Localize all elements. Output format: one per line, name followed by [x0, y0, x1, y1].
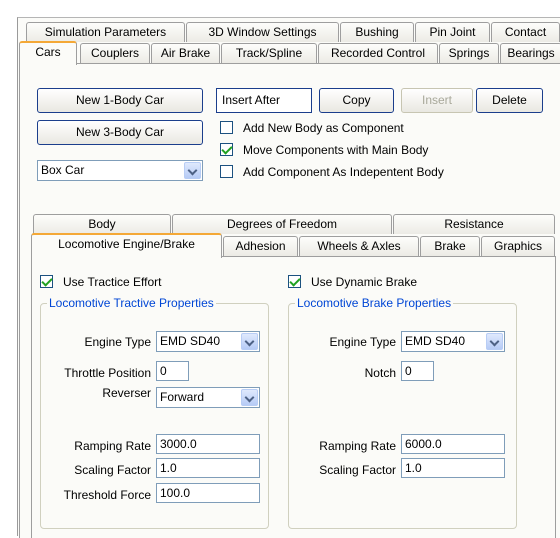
brake-ramping-rate-field[interactable]: 6000.0	[401, 434, 505, 454]
engine-type-value: EMD SD40	[160, 334, 221, 348]
notch-label: Notch	[364, 366, 396, 380]
tab-3d-window-settings[interactable]: 3D Window Settings	[186, 22, 339, 42]
add-independent-checkbox[interactable]	[220, 165, 233, 178]
tab-air-brake[interactable]: Air Brake	[151, 43, 220, 63]
add-new-body-label: Add New Body as Component	[243, 121, 404, 135]
tab-pin-joint[interactable]: Pin Joint	[415, 22, 490, 42]
ramping-rate-field[interactable]: 3000.0	[156, 434, 260, 454]
brake-engine-type-select[interactable]: EMD SD40	[401, 331, 505, 352]
tab-track-spline[interactable]: Track/Spline	[221, 43, 317, 63]
threshold-force-field[interactable]: 100.0	[156, 483, 260, 503]
scaling-factor-field[interactable]: 1.0	[156, 458, 260, 478]
reverser-select[interactable]: Forward	[156, 387, 260, 408]
tab-graphics[interactable]: Graphics	[481, 236, 555, 256]
insert-after-select[interactable]: Insert After	[216, 88, 312, 113]
tab-degrees-of-freedom[interactable]: Degrees of Freedom	[172, 214, 392, 234]
tab-resistance[interactable]: Resistance	[393, 214, 555, 234]
brake-engine-type-label: Engine Type	[329, 335, 397, 349]
tab-locomotive-engine-brake[interactable]: Locomotive Engine/Brake	[31, 233, 222, 258]
car-type-select[interactable]: Box Car	[37, 160, 203, 181]
delete-button[interactable]: Delete	[476, 88, 543, 113]
car-type-value: Box Car	[41, 163, 85, 177]
reverser-label: Reverser	[102, 386, 151, 400]
brake-scaling-factor-label: Scaling Factor	[319, 463, 396, 477]
engine-type-label: Engine Type	[84, 335, 152, 349]
move-components-label: Move Components with Main Body	[243, 143, 429, 157]
brake-ramping-rate-label: Ramping Rate	[319, 439, 396, 453]
tractive-group-title: Locomotive Tractive Properties	[47, 296, 216, 310]
notch-field[interactable]: 0	[401, 361, 434, 381]
chevron-down-icon[interactable]	[486, 333, 503, 350]
reverser-value: Forward	[160, 390, 205, 404]
throttle-position-label: Throttle Position	[64, 366, 151, 380]
tab-contact[interactable]: Contact	[491, 22, 560, 42]
threshold-force-label: Threshold Force	[63, 488, 151, 502]
insert-button[interactable]: Insert	[401, 88, 473, 113]
new-1-body-car-button[interactable]: New 1-Body Car	[37, 88, 203, 113]
tab-simulation-parameters[interactable]: Simulation Parameters	[26, 22, 185, 42]
chevron-down-icon[interactable]	[184, 162, 201, 179]
brake-group-title: Locomotive Brake Properties	[295, 296, 454, 310]
tab-cars[interactable]: Cars	[19, 41, 77, 65]
brake-engine-type-value: EMD SD40	[405, 334, 466, 348]
tab-bearings[interactable]: Bearings	[500, 43, 560, 63]
use-tractive-effort-checkbox[interactable]	[40, 275, 53, 288]
tab-bushing[interactable]: Bushing	[340, 22, 414, 42]
copy-button[interactable]: Copy	[319, 88, 394, 113]
engine-type-select[interactable]: EMD SD40	[156, 331, 260, 352]
use-tractive-effort-label: Use Tractice Effort	[63, 275, 162, 289]
use-dynamic-brake-label: Use Dynamic Brake	[311, 275, 418, 289]
chevron-down-icon[interactable]	[241, 389, 258, 406]
add-independent-label: Add Component As Indepentent Body	[243, 165, 444, 179]
scaling-factor-label: Scaling Factor	[74, 463, 151, 477]
brake-scaling-factor-field[interactable]: 1.0	[401, 458, 505, 478]
move-components-checkbox[interactable]	[220, 143, 233, 156]
tab-wheels-axles[interactable]: Wheels & Axles	[299, 236, 419, 256]
use-dynamic-brake-checkbox[interactable]	[288, 275, 301, 288]
tab-brake[interactable]: Brake	[420, 236, 480, 256]
tab-couplers[interactable]: Couplers	[80, 43, 150, 63]
tab-recorded-control[interactable]: Recorded Control	[318, 43, 438, 63]
tab-body[interactable]: Body	[33, 214, 171, 234]
tab-springs[interactable]: Springs	[439, 43, 499, 63]
throttle-position-field[interactable]: 0	[156, 361, 189, 381]
tab-adhesion[interactable]: Adhesion	[223, 236, 298, 256]
chevron-down-icon[interactable]	[241, 333, 258, 350]
add-new-body-checkbox[interactable]	[220, 121, 233, 134]
ramping-rate-label: Ramping Rate	[74, 439, 151, 453]
new-3-body-car-button[interactable]: New 3-Body Car	[37, 120, 203, 145]
